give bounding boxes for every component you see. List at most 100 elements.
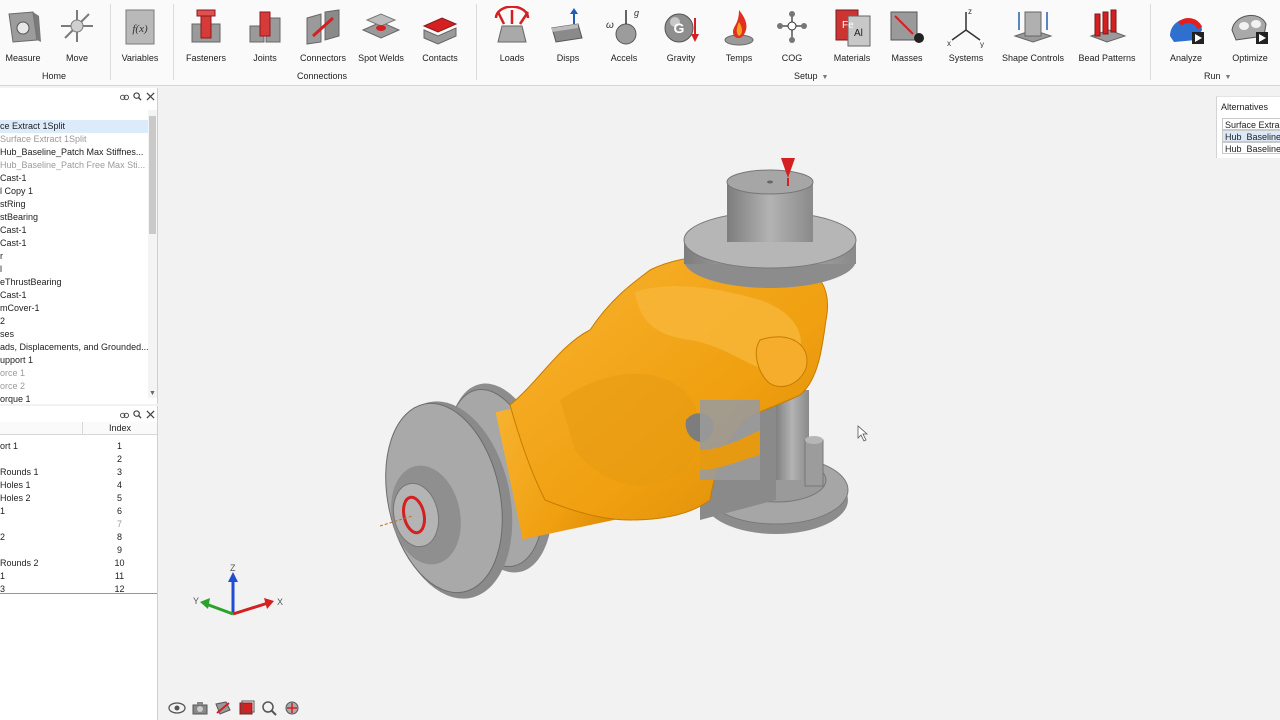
chevron-down-icon[interactable]: ▼ xyxy=(148,389,157,398)
spot-welds-button[interactable]: Spot Welds xyxy=(349,6,413,63)
loads-icon xyxy=(494,6,530,43)
tree-item[interactable]: ads, Displacements, and Grounded... xyxy=(0,341,148,354)
tree-item[interactable]: ses xyxy=(0,328,148,341)
svg-text:g: g xyxy=(634,8,639,18)
eye-icon[interactable] xyxy=(168,700,186,716)
svg-text:y: y xyxy=(980,40,984,48)
index-cell: 3 xyxy=(116,467,122,477)
tree-item[interactable]: eThrustBearing xyxy=(0,276,148,289)
shape-controls-button[interactable]: Shape Controls xyxy=(1001,6,1065,63)
bead-patterns-button[interactable]: Bead Patterns xyxy=(1075,6,1139,63)
connectors-icon xyxy=(306,9,340,45)
tree-item[interactable]: r xyxy=(0,250,148,263)
tree-scrollbar[interactable]: ▼ xyxy=(148,110,157,398)
index-cell: 9 xyxy=(116,545,122,555)
optimize-button[interactable]: Optimize xyxy=(1218,6,1280,63)
joints-button[interactable]: Joints xyxy=(233,6,297,63)
table-row[interactable]: ort 1 1 xyxy=(0,440,157,453)
tree-item[interactable]: l Copy 1 xyxy=(0,185,148,198)
gravity-button[interactable]: G Gravity xyxy=(649,6,713,63)
table-row[interactable]: 28 xyxy=(0,531,157,544)
table-row[interactable]: 2 xyxy=(0,453,157,466)
feature-name-cell: ort 1 xyxy=(0,441,19,451)
systems-button[interactable]: z x y Systems xyxy=(934,6,998,63)
tree-item[interactable]: orque 1 xyxy=(0,393,148,406)
camera-icon[interactable] xyxy=(191,700,209,716)
tree-item[interactable]: Surface Extract 1Split xyxy=(0,133,148,146)
move-button[interactable]: Move xyxy=(45,6,109,63)
binoculars-icon[interactable] xyxy=(120,92,129,101)
section-cut-icon[interactable] xyxy=(214,700,232,716)
tree-item[interactable]: upport 1 xyxy=(0,354,148,367)
close-icon[interactable] xyxy=(146,91,155,101)
tree-item[interactable]: mCover-1 xyxy=(0,302,148,315)
table-row[interactable]: 3 12 xyxy=(0,583,157,596)
table-row[interactable]: Holes 2 5 xyxy=(0,492,157,505)
joints-icon xyxy=(249,11,281,43)
tree-item[interactable]: stBearing xyxy=(0,211,148,224)
ribbon-toolbar: Measure Move Home f(x) Variables Fastene… xyxy=(0,0,1280,86)
binoculars-icon[interactable] xyxy=(120,410,129,419)
hub-part[interactable] xyxy=(683,158,857,288)
tree-item[interactable]: ce Extract 1Split xyxy=(0,120,148,133)
table-row[interactable]: 1 11 xyxy=(0,570,157,583)
tree-item[interactable]: Cast-1 xyxy=(0,289,148,302)
tree-item[interactable]: Hub_Baseline_Patch Free Max Sti... xyxy=(0,159,148,172)
loads-button[interactable]: Loads xyxy=(480,6,544,63)
setup-group-label[interactable]: Setup ▼ xyxy=(794,71,828,81)
search-icon[interactable] xyxy=(133,91,142,101)
tree-item[interactable]: orce 2 xyxy=(0,380,148,393)
cog-button[interactable]: COG xyxy=(760,6,824,63)
3d-viewport[interactable]: Z Y X xyxy=(159,87,1280,720)
zoom-icon[interactable] xyxy=(260,700,278,716)
chevron-down-icon: ▼ xyxy=(821,74,829,81)
index-cell: 5 xyxy=(116,493,122,503)
index-cell: 11 xyxy=(114,571,125,581)
tree-item[interactable]: stRing xyxy=(0,198,148,211)
index-cell: 7 xyxy=(116,519,122,529)
shape-controls-icon xyxy=(1013,11,1053,43)
tree-item[interactable]: Cast-1 xyxy=(0,224,148,237)
fasteners-button[interactable]: Fasteners xyxy=(174,6,238,63)
close-icon[interactable] xyxy=(146,409,155,419)
table-row[interactable]: 16 xyxy=(0,505,157,518)
box-select-icon[interactable] xyxy=(237,700,255,716)
view-triad[interactable]: Z Y X xyxy=(193,563,283,616)
fasteners-icon xyxy=(191,9,221,43)
tree-item[interactable]: Hub_Baseline_Patch Max Stiffnes... xyxy=(0,146,148,159)
analyze-icon xyxy=(1170,18,1204,44)
analyze-button[interactable]: Analyze xyxy=(1154,6,1218,63)
tree-item[interactable]: Cast-1 xyxy=(0,237,148,250)
feature-name-cell: 1 xyxy=(0,506,6,516)
gravity-icon: G xyxy=(664,13,699,43)
connectors-button[interactable]: Connectors xyxy=(291,6,355,63)
panel-toolbar xyxy=(120,408,155,420)
index-column-header[interactable]: Index xyxy=(82,422,157,435)
table-row[interactable]: 7 xyxy=(0,518,157,531)
ribbon-divider xyxy=(1150,4,1151,80)
scrollbar-thumb[interactable] xyxy=(149,116,156,234)
tree-item[interactable]: Cast-1 xyxy=(0,172,148,185)
tree-item[interactable]: orce 1 xyxy=(0,367,148,380)
disps-button[interactable]: Disps xyxy=(536,6,600,63)
masses-icon xyxy=(890,11,924,43)
spot-welds-icon xyxy=(361,13,401,39)
table-row[interactable]: Rounds 1 3 xyxy=(0,466,157,479)
systems-icon: z x y xyxy=(947,7,984,48)
tree-item[interactable]: l xyxy=(0,263,148,276)
tree-item[interactable]: 2 xyxy=(0,315,148,328)
table-row[interactable]: Holes 1 4 xyxy=(0,479,157,492)
view-orient-icon[interactable] xyxy=(283,700,301,716)
accels-button[interactable]: g ω Accels xyxy=(592,6,656,63)
row-divider xyxy=(0,593,157,594)
search-icon[interactable] xyxy=(133,409,142,419)
masses-button[interactable]: Masses xyxy=(875,6,939,63)
contacts-button[interactable]: Contacts xyxy=(408,6,472,63)
table-row[interactable]: 9 xyxy=(0,544,157,557)
run-group-label[interactable]: Run ▼ xyxy=(1204,71,1231,81)
model-scene[interactable]: Z Y X xyxy=(159,87,1280,720)
bead-patterns-icon xyxy=(1089,9,1127,43)
table-row[interactable]: Rounds 2 10 xyxy=(0,557,157,570)
variables-button[interactable]: f(x) Variables xyxy=(108,6,172,63)
index-cell: 6 xyxy=(116,506,122,516)
